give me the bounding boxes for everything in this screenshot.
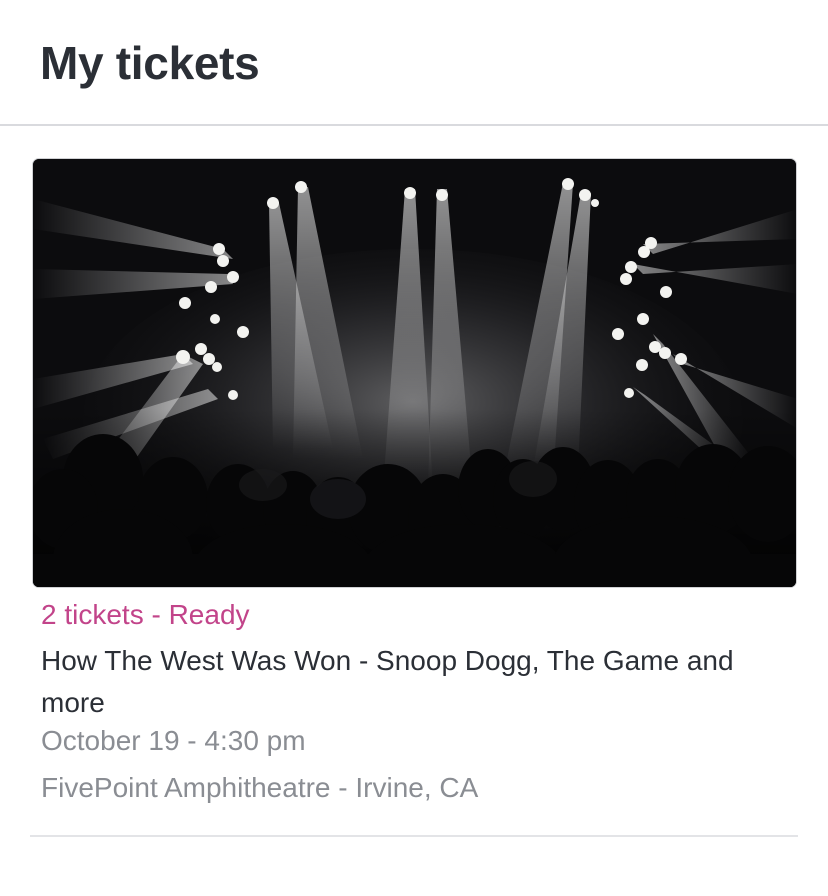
event-venue: FivePoint Amphitheatre - Irvine, CA — [41, 772, 479, 803]
ticket-status: 2 tickets - Ready — [41, 599, 250, 630]
event-name: How The West Was Won - Snoop Dogg, The G… — [41, 645, 734, 718]
event-date: October 19 - 4:30 pm — [41, 725, 306, 756]
event-image — [32, 158, 797, 588]
ticket-card[interactable]: 2 tickets - Ready How The West Was Won -… — [32, 158, 798, 838]
page-title: My tickets — [40, 37, 260, 89]
list-divider — [30, 835, 798, 837]
page-header: My tickets — [0, 0, 828, 126]
concert-photo-icon — [33, 159, 796, 587]
